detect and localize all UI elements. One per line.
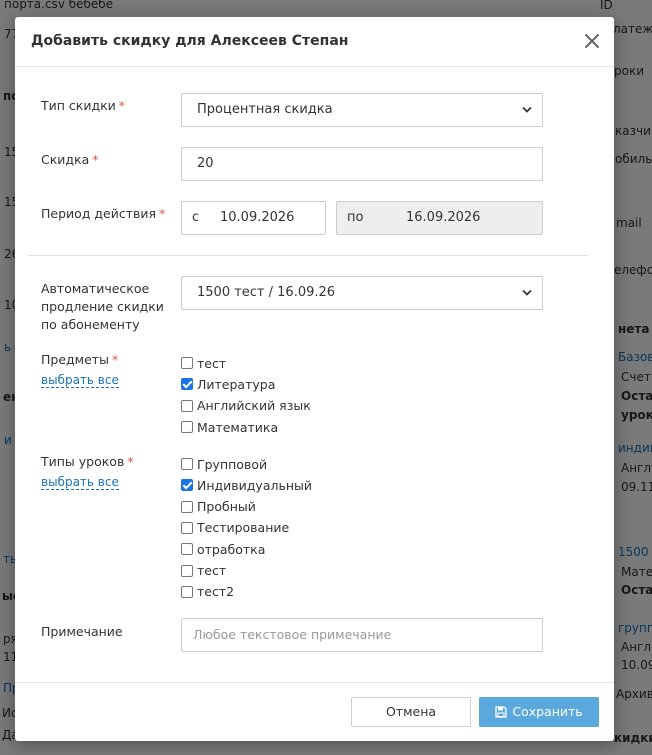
lesson-type-checkbox[interactable] xyxy=(181,521,193,534)
subject-checkbox-label: Математика xyxy=(197,419,279,435)
subject-checkbox-label: Литература xyxy=(197,376,276,392)
lesson-type-checkbox-row[interactable]: Групповой xyxy=(181,455,267,473)
discount-type-label: Тип скидки * xyxy=(41,98,126,113)
lesson-type-checkbox-row[interactable]: тест2 xyxy=(181,583,234,601)
note-textarea[interactable]: Любое текстовое примечание xyxy=(181,618,543,652)
lesson-type-checkbox[interactable] xyxy=(181,585,193,598)
add-discount-modal: Добавить скидку для Алексеев Степан Тип … xyxy=(15,17,614,741)
floppy-disk-icon xyxy=(495,706,507,718)
lesson-type-checkbox-row[interactable]: тест xyxy=(181,562,226,580)
section-divider xyxy=(27,255,589,256)
lesson-type-checkbox-label: Тестирование xyxy=(197,520,290,536)
close-icon xyxy=(585,34,599,48)
lesson-type-checkbox-label: Групповой xyxy=(197,456,268,472)
required-mark: * xyxy=(127,454,134,469)
chevron-down-icon xyxy=(522,106,532,113)
discount-label: Скидка * xyxy=(41,152,99,167)
discount-input[interactable]: 20 xyxy=(181,147,543,181)
discount-type-value: Процентная скидка xyxy=(197,102,333,117)
lesson-type-checkbox[interactable] xyxy=(181,543,193,556)
close-button[interactable] xyxy=(582,31,602,51)
lesson-type-checkbox-row[interactable]: Пробный xyxy=(181,498,256,516)
subject-checkbox-row[interactable]: Английский язык xyxy=(181,397,311,415)
subjects-select-all-link[interactable]: выбрать все xyxy=(41,373,119,388)
subjects-label: Предметы * xyxy=(41,352,119,367)
lesson-type-checkbox[interactable] xyxy=(181,479,193,492)
lesson-type-checkbox-label: тест xyxy=(197,563,227,578)
period-to-value: 16.09.2026 xyxy=(406,210,481,225)
subject-checkbox-row[interactable]: Математика xyxy=(181,418,278,436)
lesson-types-select-all-link[interactable]: выбрать все xyxy=(41,475,119,490)
lesson-type-checkbox[interactable] xyxy=(181,500,193,513)
lesson-type-checkbox-row[interactable]: отработка xyxy=(181,540,265,558)
modal-header: Добавить скидку для Алексеев Степан xyxy=(15,17,614,67)
required-mark: * xyxy=(92,152,99,167)
subject-checkbox[interactable] xyxy=(181,399,193,412)
subject-checkbox-row[interactable]: тест xyxy=(181,354,226,372)
discount-value: 20 xyxy=(197,156,214,171)
lesson-type-checkbox-label: Пробный xyxy=(197,499,256,515)
required-mark: * xyxy=(111,352,119,367)
lesson-type-checkbox-label: Индивидуальный xyxy=(197,477,313,493)
subject-checkbox[interactable] xyxy=(181,357,193,369)
period-from-prefix: с xyxy=(192,210,200,225)
period-to-prefix: по xyxy=(347,210,364,225)
lesson-type-checkbox-label: отработка xyxy=(197,541,266,557)
lesson-type-checkbox[interactable] xyxy=(181,458,193,470)
subject-checkbox[interactable] xyxy=(181,421,193,434)
save-button[interactable]: Сохранить xyxy=(479,697,599,727)
period-from-value: 10.09.2026 xyxy=(220,210,295,225)
auto-extend-select[interactable]: 1500 тест / 16.09.26 xyxy=(181,276,543,310)
period-to-input: по 16.09.2026 xyxy=(336,201,543,235)
subject-checkbox-label: тест xyxy=(197,355,227,371)
subject-checkbox-row[interactable]: Литература xyxy=(181,375,275,393)
required-mark: * xyxy=(159,206,166,221)
lesson-type-checkbox-row[interactable]: Индивидуальный xyxy=(181,476,312,494)
lesson-type-checkbox[interactable] xyxy=(181,564,193,577)
discount-type-select[interactable]: Процентная скидка xyxy=(181,93,543,127)
note-label: Примечание xyxy=(41,624,123,639)
subject-checkbox-label: Английский язык xyxy=(197,398,311,414)
modal-title: Добавить скидку для Алексеев Степан xyxy=(31,33,349,49)
chevron-down-icon xyxy=(522,289,532,296)
cancel-button[interactable]: Отмена xyxy=(351,697,471,727)
required-mark: * xyxy=(118,98,126,113)
lesson-type-checkbox-row[interactable]: Тестирование xyxy=(181,519,289,537)
auto-extend-value: 1500 тест / 16.09.26 xyxy=(197,285,336,300)
modal-footer-divider xyxy=(15,682,614,683)
note-placeholder: Любое текстовое примечание xyxy=(193,627,392,642)
period-label: Период действия * xyxy=(41,206,166,221)
subject-checkbox[interactable] xyxy=(181,378,193,391)
lesson-type-checkbox-label: тест2 xyxy=(197,584,235,600)
lesson-types-label: Типы уроков * xyxy=(41,454,134,469)
save-button-label: Сохранить xyxy=(512,704,583,719)
auto-extend-label: Автоматическое продление скидки по абоне… xyxy=(41,281,164,332)
period-from-input[interactable]: с 10.09.2026 xyxy=(181,201,326,235)
